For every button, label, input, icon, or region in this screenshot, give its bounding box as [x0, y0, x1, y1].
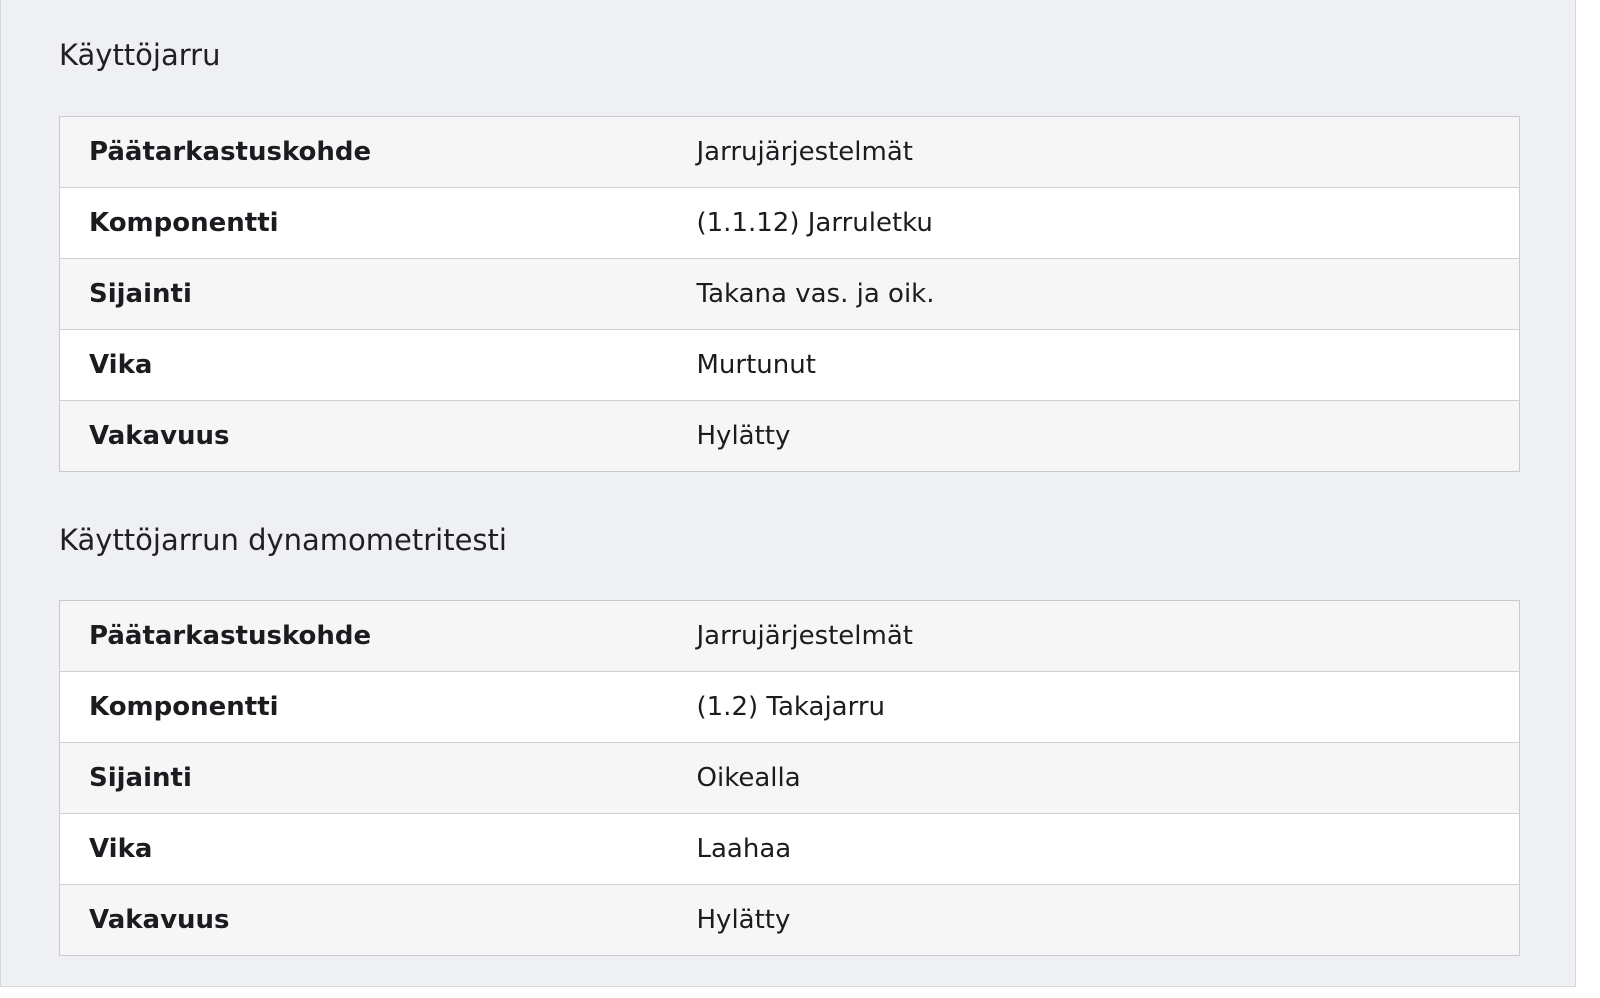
- table-row: Komponentti (1.1.12) Jarruletku: [59, 187, 1520, 259]
- row-value: (1.2) Takajarru: [696, 671, 1520, 743]
- table-row: Vika Murtunut: [59, 329, 1520, 401]
- table-row: Päätarkastuskohde Jarrujärjestelmät: [59, 116, 1520, 188]
- section-title: Käyttöjarru: [59, 38, 221, 72]
- row-value: (1.1.12) Jarruletku: [696, 187, 1520, 259]
- table-row: Vika Laahaa: [59, 813, 1520, 885]
- row-label: Päätarkastuskohde: [89, 621, 372, 651]
- details-table: Päätarkastuskohde Jarrujärjestelmät Komp…: [59, 600, 1520, 956]
- row-value: Oikealla: [696, 742, 1520, 814]
- row-label: Vika: [59, 813, 697, 885]
- row-label: Vakavuus: [59, 400, 697, 472]
- row-label: Sijainti: [59, 742, 697, 814]
- table-row: Sijainti Oikealla: [59, 742, 1520, 814]
- row-label: Vika: [59, 329, 697, 401]
- table-row: Vakavuus Hylätty: [59, 400, 1520, 472]
- row-value: Takana vas. ja oik.: [696, 258, 1520, 330]
- row-value: Hylätty: [696, 400, 1520, 472]
- section-title: Käyttöjarrun dynamometritesti: [59, 523, 507, 557]
- table-row: Sijainti Takana vas. ja oik.: [59, 258, 1520, 330]
- row-label: Sijainti: [59, 258, 697, 330]
- table-row: Komponentti (1.2) Takajarru: [59, 671, 1520, 743]
- row-value: Jarrujärjestelmät: [696, 621, 913, 651]
- row-value: Laahaa: [696, 813, 1520, 885]
- row-label: Päätarkastuskohde: [89, 137, 372, 167]
- row-label: Komponentti: [59, 187, 697, 259]
- row-label: Vakavuus: [59, 884, 697, 956]
- row-value: Murtunut: [696, 329, 1520, 401]
- inspection-details-panel: Käyttöjarru Päätarkastuskohde Jarrujärje…: [0, 0, 1576, 987]
- row-value: Hylätty: [696, 884, 1520, 956]
- table-row: Päätarkastuskohde Jarrujärjestelmät: [59, 600, 1520, 672]
- row-value: Jarrujärjestelmät: [696, 137, 913, 167]
- table-row: Vakavuus Hylätty: [59, 884, 1520, 956]
- row-label: Komponentti: [59, 671, 697, 743]
- details-table: Päätarkastuskohde Jarrujärjestelmät Komp…: [59, 116, 1520, 472]
